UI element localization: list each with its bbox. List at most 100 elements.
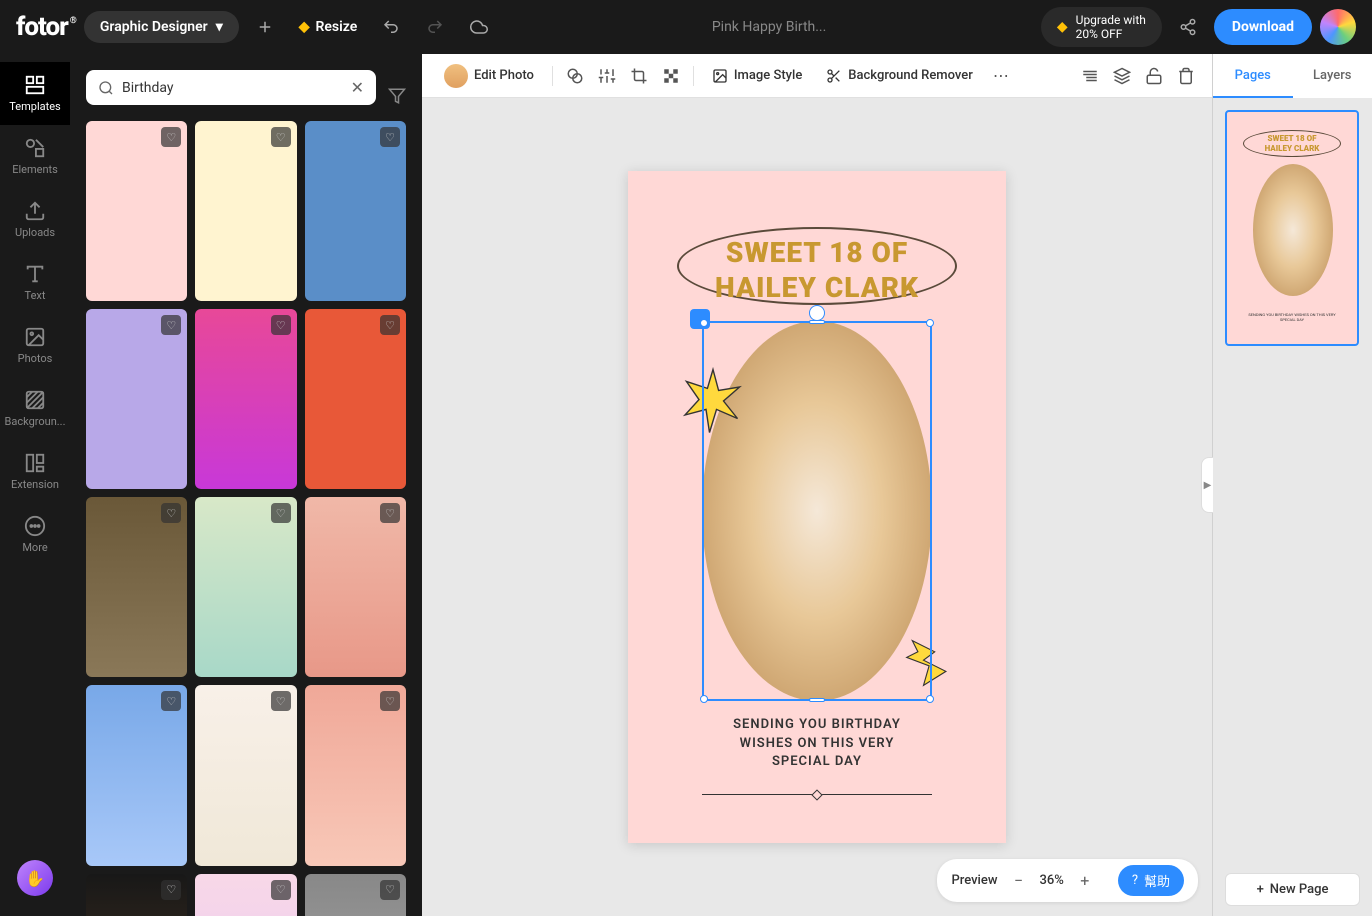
transparency-button[interactable]	[657, 62, 685, 90]
more-options-button[interactable]: ⋯	[987, 62, 1015, 90]
adjust-button[interactable]	[593, 62, 621, 90]
preview-button[interactable]: Preview	[951, 873, 997, 888]
rotate-handle[interactable]	[809, 305, 825, 321]
template-item[interactable]: ♡	[86, 874, 187, 916]
template-item[interactable]: ♡	[305, 874, 406, 916]
favorite-icon[interactable]: ♡	[161, 880, 181, 900]
resize-button[interactable]: ◆ Resize	[291, 19, 366, 35]
zoom-level[interactable]: 36%	[1039, 873, 1063, 888]
role-dropdown[interactable]: Graphic Designer ▾	[84, 11, 239, 43]
layers-button[interactable]	[1108, 62, 1136, 90]
resize-handle[interactable]	[700, 319, 708, 327]
template-item[interactable]: ♡	[305, 121, 406, 301]
nav-more[interactable]: More	[0, 503, 70, 566]
tab-layers[interactable]: Layers	[1293, 54, 1372, 98]
template-item[interactable]: ♡	[86, 497, 187, 677]
logo[interactable]: fotor®	[16, 12, 68, 42]
edit-photo-button[interactable]: Edit Photo	[434, 58, 544, 94]
nav-extension[interactable]: Extension	[0, 440, 70, 503]
template-item[interactable]: ♡	[195, 121, 296, 301]
nav-photos[interactable]: Photos	[0, 314, 70, 377]
clone-button[interactable]	[561, 62, 589, 90]
favorite-icon[interactable]: ♡	[380, 315, 400, 335]
document-title[interactable]: Pink Happy Birth...	[712, 19, 826, 35]
favorite-icon[interactable]: ♡	[380, 880, 400, 900]
wish-text[interactable]: SENDING YOU BIRTHDAY WISHES ON THIS VERY…	[628, 716, 1006, 771]
design-canvas[interactable]: SWEET 18 OF HAILEY CLARK SEND	[628, 171, 1006, 843]
nav-uploads[interactable]: Uploads	[0, 188, 70, 251]
favorite-icon[interactable]: ♡	[380, 127, 400, 147]
template-item[interactable]: ♡	[195, 309, 296, 489]
cloud-save-button[interactable]	[461, 9, 497, 45]
template-item[interactable]: ♡	[86, 309, 187, 489]
top-bar: fotor® Graphic Designer ▾ ◆ Resize Pink …	[0, 0, 1372, 54]
zoom-out-button[interactable]: −	[1007, 870, 1029, 892]
help-button[interactable]: ? 幫助	[1118, 865, 1184, 896]
favorite-icon[interactable]: ♡	[271, 127, 291, 147]
template-item[interactable]: ♡	[195, 685, 296, 865]
canvas-viewport[interactable]: SWEET 18 OF HAILEY CLARK SEND	[422, 98, 1212, 916]
align-button[interactable]	[1076, 62, 1104, 90]
tab-pages[interactable]: Pages	[1213, 54, 1293, 98]
template-item[interactable]: ♡	[305, 309, 406, 489]
template-item[interactable]: ♡	[195, 874, 296, 916]
template-item[interactable]: ♡	[86, 685, 187, 865]
templates-panel: ✕ ♡ ♡ ♡ ♡ ♡ ♡ ♡ ♡ ♡ ♡ ♡ ♡ ♡ ♡ ♡ ◀	[70, 54, 422, 916]
favorite-icon[interactable]: ♡	[271, 315, 291, 335]
user-avatar[interactable]	[1320, 9, 1356, 45]
clear-search-button[interactable]: ✕	[351, 78, 364, 97]
favorite-icon[interactable]: ♡	[161, 127, 181, 147]
redo-icon	[426, 18, 444, 36]
collapse-right-panel-button[interactable]: ▶	[1201, 457, 1213, 513]
plus-icon	[256, 18, 274, 36]
favorite-icon[interactable]: ♡	[380, 503, 400, 523]
background-remover-button[interactable]: Background Remover	[816, 62, 983, 90]
selection-box[interactable]	[702, 321, 932, 701]
accessibility-button[interactable]: ✋	[17, 860, 53, 896]
nav-background[interactable]: Backgroun...	[0, 377, 70, 440]
photos-icon	[24, 326, 46, 348]
redo-button[interactable]	[417, 9, 453, 45]
divider-diamond[interactable]	[811, 789, 822, 800]
delete-button[interactable]	[1172, 62, 1200, 90]
nav-text[interactable]: Text	[0, 251, 70, 314]
search-input[interactable]	[122, 80, 343, 96]
elements-icon	[24, 137, 46, 159]
upgrade-button[interactable]: ◆ Upgrade with 20% OFF	[1041, 7, 1162, 48]
page-thumbnail[interactable]: SWEET 18 OF HAILEY CLARK SENDING YOU BIR…	[1225, 110, 1359, 346]
favorite-icon[interactable]: ♡	[161, 691, 181, 711]
favorite-icon[interactable]: ♡	[271, 880, 291, 900]
template-item[interactable]: ♡	[305, 685, 406, 865]
title-text[interactable]: SWEET 18 OF HAILEY CLARK	[628, 235, 1006, 305]
templates-icon	[24, 74, 46, 96]
resize-handle[interactable]	[809, 320, 825, 324]
undo-button[interactable]	[373, 9, 409, 45]
template-item[interactable]: ♡	[86, 121, 187, 301]
resize-handle[interactable]	[809, 698, 825, 702]
selection-badge-icon[interactable]	[690, 309, 710, 329]
download-button[interactable]: Download	[1214, 9, 1312, 45]
nav-templates[interactable]: Templates	[0, 62, 70, 125]
nav-elements[interactable]: Elements	[0, 125, 70, 188]
filter-button[interactable]	[388, 87, 406, 105]
crop-button[interactable]	[625, 62, 653, 90]
image-style-button[interactable]: Image Style	[702, 62, 812, 90]
favorite-icon[interactable]: ♡	[271, 503, 291, 523]
layers-icon	[1113, 67, 1131, 85]
share-icon	[1179, 18, 1197, 36]
template-item[interactable]: ♡	[305, 497, 406, 677]
context-toolbar: Edit Photo Image Style Background Remove…	[422, 54, 1212, 98]
new-page-button[interactable]: + New Page	[1225, 873, 1360, 906]
resize-handle[interactable]	[926, 319, 934, 327]
share-button[interactable]	[1170, 9, 1206, 45]
favorite-icon[interactable]: ♡	[271, 691, 291, 711]
favorite-icon[interactable]: ♡	[380, 691, 400, 711]
favorite-icon[interactable]: ♡	[161, 503, 181, 523]
resize-handle[interactable]	[926, 695, 934, 703]
resize-handle[interactable]	[700, 695, 708, 703]
favorite-icon[interactable]: ♡	[161, 315, 181, 335]
lock-button[interactable]	[1140, 62, 1168, 90]
new-design-button[interactable]	[247, 9, 283, 45]
template-item[interactable]: ♡	[195, 497, 296, 677]
zoom-in-button[interactable]: +	[1074, 870, 1096, 892]
